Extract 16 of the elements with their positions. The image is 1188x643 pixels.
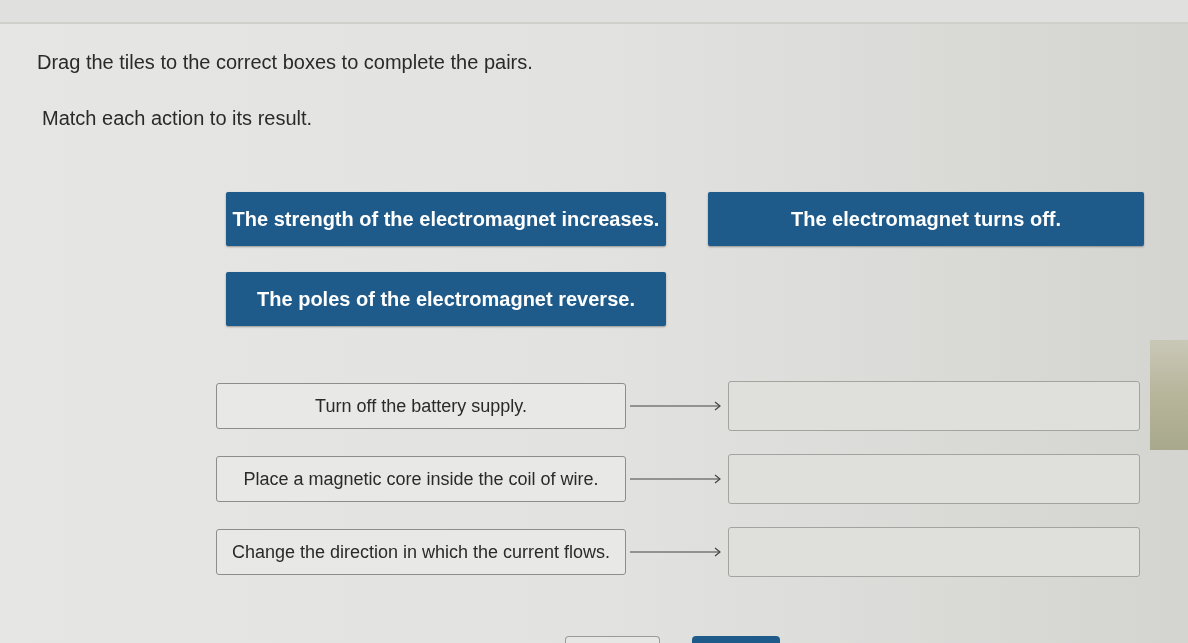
answer-tile[interactable]: The poles of the electromagnet reverse. <box>226 272 666 326</box>
filled-button[interactable] <box>692 636 780 643</box>
instruction-text: Match each action to its result. <box>42 106 313 130</box>
action-box: Place a magnetic core inside the coil of wire. <box>216 456 626 502</box>
instruction-text: Drag the tiles to the correct boxes to complete the pairs. <box>37 50 533 74</box>
action-box: Change the direction in which the current flows. <box>216 529 626 575</box>
arrow-icon <box>630 473 722 485</box>
answer-tile[interactable]: The electromagnet turns off. <box>708 192 1144 246</box>
arrow-icon <box>630 400 722 412</box>
action-box: Turn off the battery supply. <box>216 383 626 429</box>
outlined-button[interactable] <box>565 636 660 643</box>
answer-tile[interactable]: The strength of the electromagnet increases. <box>226 192 666 246</box>
drop-box[interactable] <box>728 381 1140 431</box>
drop-box[interactable] <box>728 454 1140 504</box>
drop-box[interactable] <box>728 527 1140 577</box>
arrow-icon <box>630 546 722 558</box>
